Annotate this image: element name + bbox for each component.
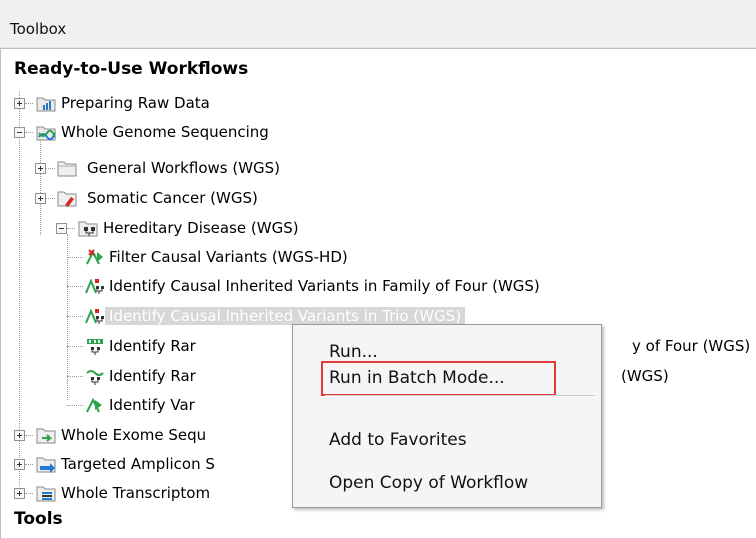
tree-item-label: Identify Causal Inherited Variants in Fa… (109, 277, 540, 295)
expand-plus-icon[interactable] (14, 98, 25, 109)
tree-item-somatic-cancer[interactable]: Somatic Cancer (WGS) (35, 187, 435, 211)
tree-guide-line (67, 286, 83, 287)
tree-item-general-workflows[interactable]: General Workflows (WGS) (35, 157, 435, 181)
tree-guide-line (25, 464, 33, 465)
tree-guide-line (67, 257, 83, 258)
tree-item-targeted-amplicon[interactable]: Targeted Amplicon S (14, 453, 294, 477)
tree-item-filter-causal-variants[interactable]: Filter Causal Variants (WGS-HD) (67, 246, 427, 270)
tree-item-whole-exome-sequencing[interactable]: Whole Exome Sequ (14, 424, 294, 448)
tree-guide-line (25, 435, 33, 436)
tree-item-label: Whole Genome Sequencing (61, 123, 269, 141)
variant-workflow-icon (86, 397, 102, 413)
ready-to-use-workflows-heading: Ready-to-Use Workflows (14, 59, 249, 79)
tree-item-label: Whole Exome Sequ (61, 426, 207, 444)
tree-guide-line (46, 168, 55, 169)
trio-variant-workflow-icon (85, 308, 104, 324)
expand-plus-icon[interactable] (35, 163, 46, 174)
family-variant-workflow-icon (85, 278, 104, 294)
bar-chart-folder-icon (36, 97, 56, 112)
genome-folder-icon (36, 126, 56, 141)
tree-item-label: Identify Causal Inherited Variants in Tr… (105, 307, 466, 325)
tree-item-label: Identify Rar (109, 337, 196, 355)
expand-plus-icon[interactable] (14, 459, 25, 470)
tools-heading: Tools (14, 509, 63, 529)
tree-item-label: Filter Causal Variants (WGS-HD) (109, 248, 348, 266)
expand-plus-icon[interactable] (14, 488, 25, 499)
rare-disease-workflow-icon (87, 339, 103, 355)
expand-plus-icon[interactable] (35, 193, 46, 204)
tree-guide-line (67, 376, 83, 377)
menu-separator (325, 395, 595, 396)
tree-guide-line (67, 228, 75, 229)
collapse-minus-icon[interactable] (56, 223, 67, 234)
tree-item-label: Identify Var (109, 396, 195, 414)
toolbox-title: Toolbox (10, 20, 67, 38)
tree-item-identify-variants[interactable]: Identify Var (67, 394, 297, 418)
tree-item-label: Hereditary Disease (WGS) (103, 219, 299, 237)
tree-item-preparing-raw-data[interactable]: Preparing Raw Data (14, 92, 314, 116)
tree-item-label: General Workflows (WGS) (87, 159, 281, 177)
tree-item-label-tail: y of Four (WGS) (632, 337, 751, 355)
tree-item-label: Targeted Amplicon S (61, 455, 215, 473)
menu-item-add-to-favorites[interactable]: Add to Favorites (329, 430, 467, 450)
transcriptome-folder-icon (36, 486, 56, 502)
exome-folder-icon (36, 428, 56, 444)
tree-guide-line (67, 346, 83, 347)
tree-item-label-tail: (WGS) (621, 367, 669, 385)
highlight-box (321, 361, 556, 396)
tree-item-hereditary-disease[interactable]: Hereditary Disease (WGS) (56, 217, 456, 241)
tree-guide-line (67, 405, 83, 406)
menu-item-run[interactable]: Run... (329, 342, 378, 362)
context-menu: Run... Run in Batch Mode... Add to Favor… (292, 324, 602, 508)
tree-item-label: Somatic Cancer (WGS) (87, 189, 258, 207)
folder-icon (57, 161, 77, 177)
tree-guide-line (25, 493, 33, 494)
tree-item-label: Identify Rar (109, 367, 196, 385)
pedigree-folder-icon (78, 221, 98, 237)
variant-filter-workflow-icon (86, 249, 103, 265)
tree-guide-line (46, 198, 55, 199)
tree-guide-line (25, 103, 33, 104)
tree-guide-line (67, 316, 83, 317)
tree-item-label: Whole Transcriptom (61, 484, 211, 502)
toolbox-header: Toolbox (0, 0, 756, 48)
tree-guide-line (25, 132, 33, 133)
menu-item-open-copy-of-workflow[interactable]: Open Copy of Workflow (329, 473, 528, 493)
expand-plus-icon[interactable] (14, 430, 25, 441)
tree-item-identify-causal-family-of-four[interactable]: Identify Causal Inherited Variants in Fa… (67, 275, 707, 299)
collapse-minus-icon[interactable] (14, 127, 25, 138)
red-marker-folder-icon (57, 191, 77, 207)
amplicon-folder-icon (36, 457, 56, 473)
tree-item-whole-genome-sequencing[interactable]: Whole Genome Sequencing (14, 121, 414, 145)
tree-item-label: Preparing Raw Data (61, 94, 210, 112)
rare-disease-workflow-icon (86, 370, 104, 385)
